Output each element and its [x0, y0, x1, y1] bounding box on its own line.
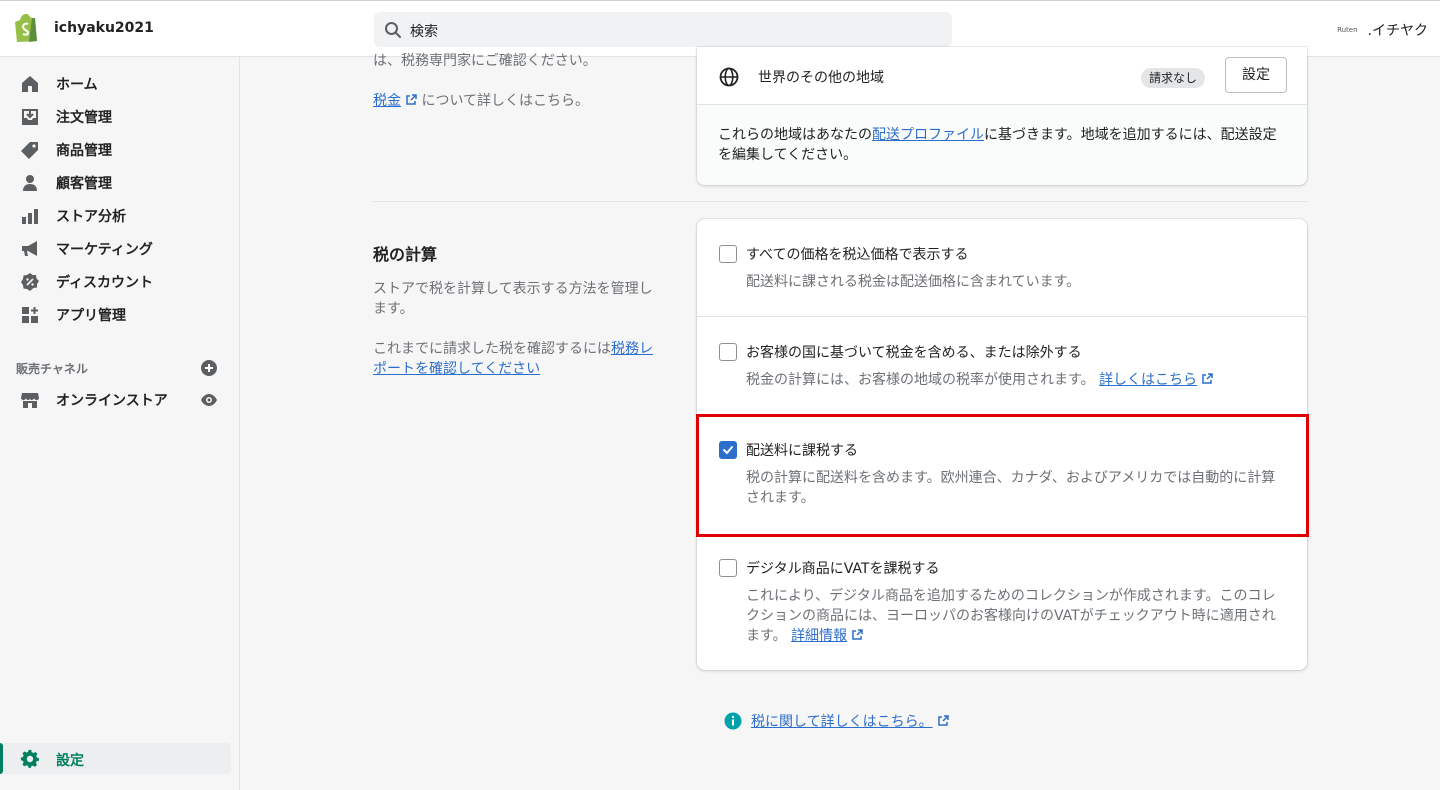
sidebar-item-label: 注文管理 — [56, 110, 112, 126]
sidebar-item-label: 顧客管理 — [56, 176, 112, 192]
option-label: すべての価格を税込価格で表示する — [746, 247, 969, 263]
user-menu[interactable]: Ruten .イチヤク — [1337, 20, 1428, 40]
orders-icon — [22, 109, 38, 125]
external-link-icon — [852, 629, 863, 640]
option-digital-vat: デジタル商品にVATを課税する これにより、デジタル商品を追加するためのコレクシ… — [697, 535, 1307, 670]
more-info-link[interactable]: 詳細情報 — [791, 628, 863, 644]
sidebar-item-marketing[interactable]: マーケティング — [0, 233, 240, 265]
search-input[interactable]: 検索 — [374, 12, 952, 47]
analytics-icon — [22, 209, 38, 224]
section-description-text: これまでに請求した税を確認するには — [373, 341, 611, 357]
learn-more-link[interactable]: 詳しくはこちら — [1099, 372, 1213, 388]
checkbox-tax-shipping[interactable] — [719, 441, 737, 459]
sidebar-item-discounts[interactable]: ディスカウント — [0, 266, 240, 298]
option-country-based: お客様の国に基づいて税金を含める、または除外する 税金の計算には、お客様の地域の… — [697, 317, 1307, 415]
customer-icon — [23, 175, 37, 191]
status-badge: 請求なし — [1141, 68, 1206, 88]
region-note: これらの地域はあなたの配送プロファイルに基づきます。地域を追加するには、配送設定… — [697, 105, 1307, 185]
sidebar-item-label: アプリ管理 — [56, 308, 126, 324]
user-avatar: Ruten — [1337, 26, 1358, 34]
checkbox-digital-vat[interactable] — [719, 559, 737, 577]
sidebar-item-label: ディスカウント — [56, 275, 154, 291]
sales-channels-heading: 販売チャネル — [16, 362, 88, 376]
store-icon — [21, 393, 39, 408]
footer-help: 税に関して詳しくはこちら。 — [724, 711, 949, 731]
tax-advice-text: は、税務専門家にご確認ください。 — [373, 53, 597, 69]
sidebar-item-products[interactable]: 商品管理 — [0, 134, 240, 166]
region-name: 世界のその他の地域 — [758, 70, 884, 86]
info-icon — [724, 712, 742, 730]
tax-learn-more-link[interactable]: 税に関して詳しくはこちら。 — [751, 711, 949, 731]
region-note-text: これらの地域はあなたの — [718, 127, 872, 143]
tax-learn-more-label: 税に関して詳しくはこちら。 — [751, 714, 933, 730]
region-settings-button[interactable]: 設定 — [1225, 57, 1287, 93]
search-placeholder: 検索 — [410, 24, 438, 40]
option-label: お客様の国に基づいて税金を含める、または除外する — [746, 345, 1082, 361]
tax-options-card: すべての価格を税込価格で表示する 配送料に課される税金は配送価格に含まれています… — [697, 219, 1307, 670]
option-help-text: 税金の計算には、お客様の地域の税率が使用されます。 — [746, 372, 1095, 388]
store-name[interactable]: ichyaku2021 — [54, 20, 154, 36]
option-label: デジタル商品にVATを課税する — [746, 561, 940, 577]
external-link-icon — [1202, 373, 1213, 384]
shipping-profile-link[interactable]: 配送プロファイル — [872, 127, 984, 143]
discount-icon — [21, 273, 39, 291]
sidebar-item-label: 商品管理 — [56, 143, 112, 159]
sidebar-item-orders[interactable]: 注文管理 — [0, 101, 240, 133]
user-name: .イチヤク — [1367, 23, 1428, 39]
section-title: 税の計算 — [373, 245, 438, 264]
sidebar-item-label: マーケティング — [56, 242, 153, 258]
option-help: これにより、デジタル商品を追加するためのコレクションが作成されます。このコレクシ… — [746, 586, 1286, 646]
section-description-2: これまでに請求した税を確認するには税務レポートを確認してください — [373, 339, 658, 379]
checkbox-country-based[interactable] — [719, 343, 737, 361]
megaphone-icon — [22, 241, 37, 256]
sidebar: ホーム 注文管理 商品管理 顧客管理 ストア分析 マーケティング ディスカウント… — [0, 57, 240, 790]
sidebar-item-settings[interactable]: 設定 — [0, 743, 231, 774]
sidebar-item-analytics[interactable]: ストア分析 — [0, 200, 240, 232]
eye-icon[interactable] — [200, 391, 218, 409]
option-help: 配送料に課される税金は配送価格に含まれています。 — [746, 274, 1081, 290]
tax-link-label: 税金 — [373, 93, 401, 109]
tax-link[interactable]: 税金 — [373, 93, 417, 109]
sidebar-item-label: オンラインストア — [56, 393, 168, 409]
gear-icon — [20, 749, 39, 768]
apps-icon — [22, 307, 38, 323]
add-channel-icon[interactable] — [200, 359, 218, 377]
home-icon — [22, 76, 38, 92]
tax-link-suffix: について詳しくはこちら。 — [421, 93, 590, 109]
learn-more-label: 詳しくはこちら — [1099, 372, 1198, 388]
sidebar-item-label: 設定 — [56, 753, 84, 769]
section-divider — [373, 201, 1307, 202]
tag-icon — [21, 142, 38, 159]
sidebar-item-apps[interactable]: アプリ管理 — [0, 299, 240, 331]
check-icon — [723, 446, 733, 454]
region-row: 世界のその他の地域 請求なし 設定 — [697, 47, 1307, 105]
globe-icon — [719, 67, 739, 87]
option-help: 税金の計算には、お客様の地域の税率が使用されます。 詳しくはこちら — [746, 370, 1286, 390]
sidebar-item-home[interactable]: ホーム — [0, 68, 240, 100]
sidebar-item-customers[interactable]: 顧客管理 — [0, 167, 240, 199]
checkbox-tax-inclusive[interactable] — [719, 245, 737, 263]
shopify-logo-icon[interactable] — [14, 14, 40, 43]
more-info-label: 詳細情報 — [791, 628, 848, 644]
external-link-icon — [406, 94, 417, 105]
main-content: は、税務専門家にご確認ください。 税金 について詳しくはこちら。 世界のその他の… — [240, 47, 1440, 790]
section-description: ストアで税を計算して表示する方法を管理します。 — [373, 281, 653, 317]
search-icon — [385, 22, 401, 38]
active-indicator — [0, 743, 3, 774]
external-link-icon — [937, 715, 949, 726]
sidebar-item-label: ストア分析 — [56, 209, 126, 225]
option-label: 配送料に課税する — [746, 443, 858, 459]
option-help: 税の計算に配送料を含めます。欧州連合、カナダ、およびアメリカでは自動的に計算され… — [746, 470, 1276, 506]
option-tax-inclusive: すべての価格を税込価格で表示する 配送料に課される税金は配送価格に含まれています… — [697, 219, 1307, 316]
region-card: 世界のその他の地域 請求なし 設定 これらの地域はあなたの配送プロファイルに基づ… — [697, 47, 1307, 185]
option-tax-shipping: 配送料に課税する 税の計算に配送料を含めます。欧州連合、カナダ、およびアメリカで… — [697, 415, 1307, 535]
sidebar-item-label: ホーム — [56, 77, 98, 93]
